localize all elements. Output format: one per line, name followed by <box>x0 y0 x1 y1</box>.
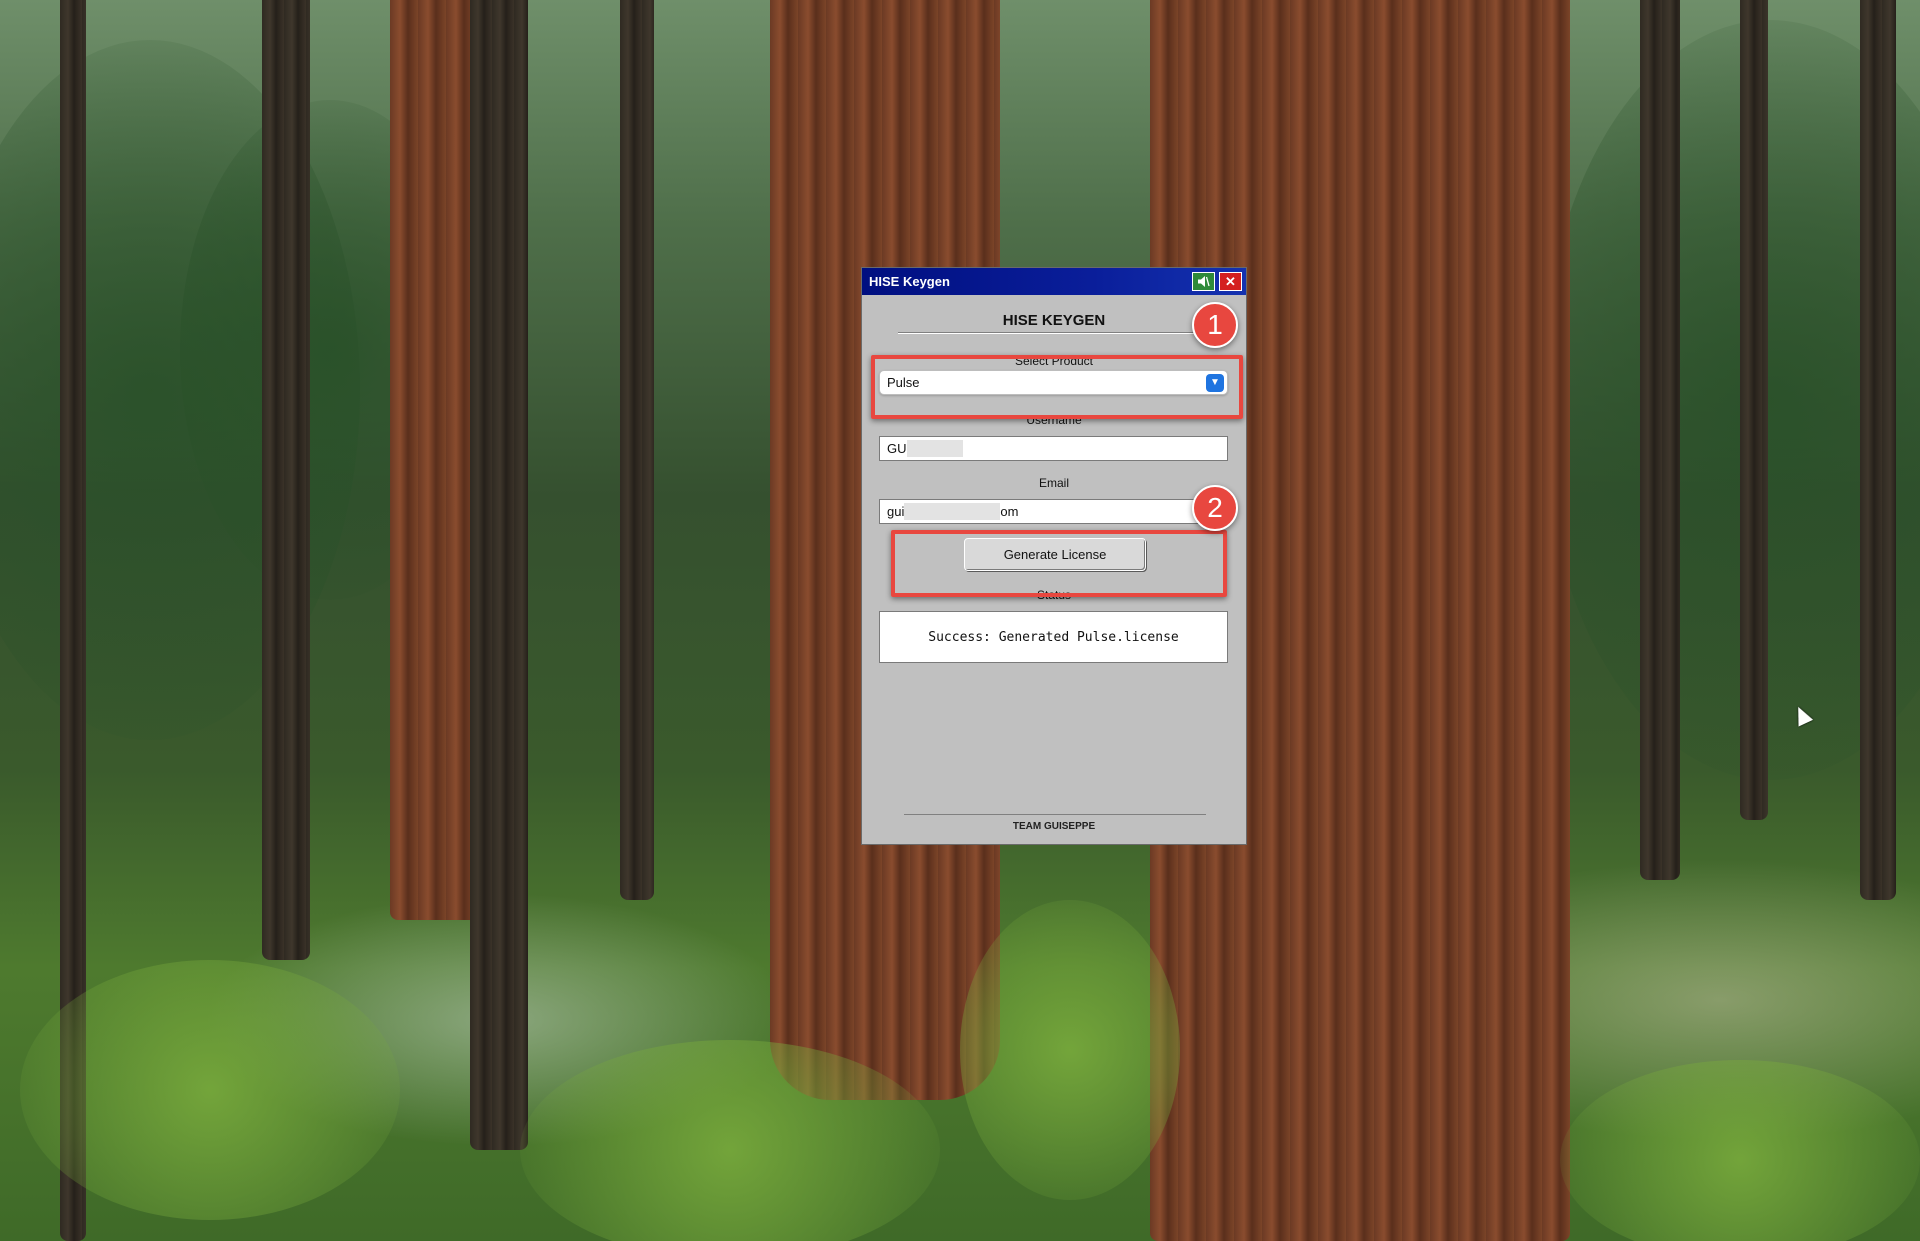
speaker-icon[interactable] <box>1192 272 1215 291</box>
desktop-wallpaper: HISE Keygen ✕ HISE KEYGEN Select Product… <box>0 0 1920 1241</box>
email-input[interactable]: gui om <box>879 499 1228 524</box>
footer-divider <box>904 814 1206 815</box>
tree-trunk <box>262 0 310 960</box>
status-text: Success: Generated Pulse.license <box>928 629 1179 645</box>
tree-trunk <box>470 0 528 1150</box>
username-value: GU <box>887 441 907 456</box>
email-value-suffix: om <box>1000 504 1019 519</box>
window-title: HISE Keygen <box>869 274 950 289</box>
step-badge-2: 2 <box>1192 485 1238 531</box>
close-icon[interactable]: ✕ <box>1219 272 1242 291</box>
bush <box>20 960 400 1220</box>
tree-trunk <box>1860 0 1896 900</box>
redacted-text <box>906 440 963 457</box>
email-label: Email <box>1038 476 1069 490</box>
tree-trunk <box>1640 0 1680 880</box>
bush <box>960 900 1180 1200</box>
title-buttons: ✕ <box>1192 272 1242 291</box>
footer-credit: TEAM GUISEPPE <box>1012 821 1096 832</box>
tree-trunk <box>620 0 654 900</box>
redacted-text <box>904 503 1001 520</box>
speaker-glyph <box>1198 276 1210 287</box>
status-output: Success: Generated Pulse.license <box>879 611 1228 663</box>
step-badge-1: 1 <box>1192 302 1238 348</box>
highlight-box-product <box>871 355 1243 419</box>
email-value-prefix: gui <box>887 504 905 519</box>
username-input[interactable]: GU <box>879 436 1228 461</box>
header-divider <box>898 332 1210 334</box>
highlight-box-generate <box>891 530 1227 597</box>
tree-trunk <box>1740 0 1768 820</box>
title-bar[interactable]: HISE Keygen ✕ <box>862 268 1246 295</box>
bush <box>1560 1060 1920 1241</box>
app-header-title: HISE KEYGEN <box>1002 312 1106 329</box>
